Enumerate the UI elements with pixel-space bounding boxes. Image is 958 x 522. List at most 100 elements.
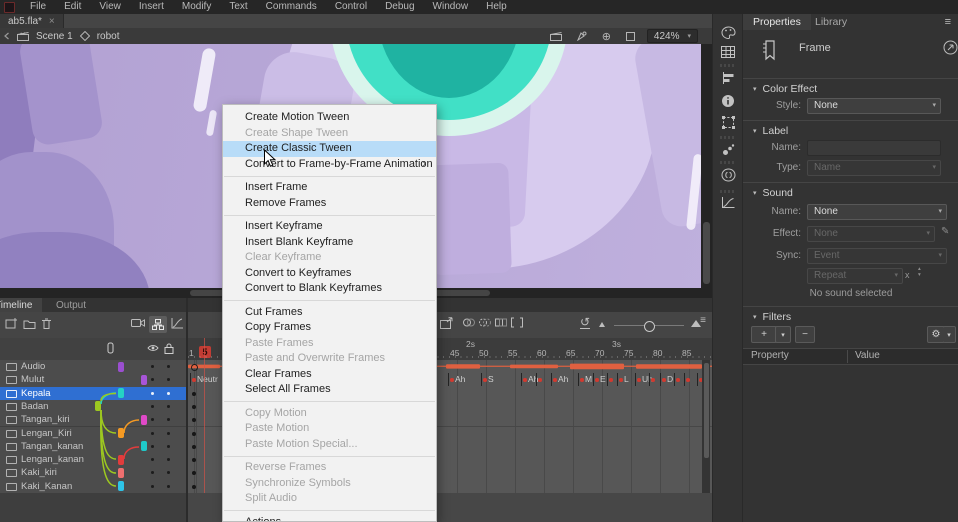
lock-icon[interactable]	[164, 343, 174, 354]
keyframe-marker[interactable]	[686, 378, 690, 382]
menu-item-cut-frames[interactable]: Cut Frames	[223, 305, 436, 321]
menu-item-insert-keyframe[interactable]: Insert Keyframe	[223, 219, 436, 235]
quick-share-icon[interactable]	[943, 40, 958, 55]
sound-name-dropdown[interactable]: None ▾	[807, 204, 947, 220]
keyframe-marker[interactable]	[662, 378, 666, 382]
keyframe-marker[interactable]	[192, 392, 196, 396]
modify-markers-icon[interactable]	[511, 317, 523, 328]
add-filter-menu-button[interactable]: ▾	[775, 326, 791, 343]
lock-dot[interactable]	[167, 418, 170, 421]
menu-item-convert-to-blank-keyframes[interactable]: Convert to Blank Keyframes	[223, 281, 436, 297]
delete-layer-icon[interactable]	[41, 317, 52, 330]
parenting-tag[interactable]	[118, 362, 124, 372]
lock-dot[interactable]	[167, 405, 170, 408]
section-color-effect[interactable]: ▾Color Effect	[753, 83, 817, 95]
keyframe-marker[interactable]	[192, 471, 196, 475]
layer-row-kaki_kanan[interactable]: Kaki_Kanan	[0, 480, 186, 494]
back-icon[interactable]	[3, 32, 11, 40]
visibility-dot[interactable]	[151, 392, 154, 395]
keyframe-marker[interactable]	[192, 485, 196, 489]
onion-outline-icon[interactable]	[479, 317, 491, 328]
lock-dot[interactable]	[167, 365, 170, 368]
breadcrumb-symbol[interactable]: robot	[97, 31, 120, 42]
keyframe-marker[interactable]	[580, 378, 584, 382]
remove-filter-button[interactable]: −	[795, 326, 815, 343]
export-frames-icon[interactable]	[440, 317, 454, 329]
close-icon[interactable]: ×	[49, 16, 55, 27]
sound-edit-icon[interactable]: ✎	[941, 226, 949, 237]
parenting-tag[interactable]	[118, 428, 124, 438]
repeat-stepper[interactable]: ▴ ▾	[918, 266, 921, 278]
graph-editor-icon[interactable]	[171, 317, 184, 329]
menu-item-copy-frames[interactable]: Copy Frames	[223, 320, 436, 336]
lock-dot[interactable]	[167, 485, 170, 488]
center-stage-icon[interactable]: ⊕	[602, 30, 611, 43]
keyframe-marker[interactable]	[651, 378, 655, 382]
parenting-tag[interactable]	[118, 468, 124, 478]
panel-menu-icon[interactable]: ≡	[945, 16, 951, 28]
visibility-dot[interactable]	[151, 485, 154, 488]
align-icon[interactable]	[713, 72, 743, 84]
menu-item-clear-frames[interactable]: Clear Frames	[223, 367, 436, 383]
eye-icon[interactable]	[147, 344, 159, 352]
keyframe-marker[interactable]	[192, 445, 196, 449]
keyframe-marker[interactable]	[553, 378, 557, 382]
scrollbar-thumb[interactable]	[704, 363, 709, 458]
stage-zoom-select[interactable]: 424% ▾	[647, 29, 698, 43]
menu-text[interactable]: Text	[220, 0, 256, 14]
section-filters[interactable]: ▾Filters	[753, 311, 791, 323]
parenting-tag[interactable]	[118, 388, 124, 398]
add-filter-button[interactable]: +	[751, 326, 777, 343]
info-icon[interactable]	[713, 94, 743, 108]
zoom-out-icon[interactable]	[599, 322, 605, 327]
brush-library-icon[interactable]	[713, 143, 743, 156]
parenting-tag[interactable]	[118, 481, 124, 491]
lock-dot[interactable]	[167, 378, 170, 381]
style-dropdown[interactable]: None ▾	[807, 98, 941, 114]
keyframe-marker[interactable]	[676, 378, 680, 382]
keyframe-marker[interactable]	[192, 458, 196, 462]
layer-row-tangan_kanan[interactable]: Tangan_kanan	[0, 440, 186, 454]
keyframe-marker[interactable]	[619, 378, 623, 382]
stage-vertical-scrollbar[interactable]	[701, 44, 712, 288]
menu-file[interactable]: File	[21, 0, 55, 14]
keyframe-marker[interactable]	[450, 378, 454, 382]
breadcrumb-scene[interactable]: Scene 1	[36, 31, 73, 42]
keyframe-marker[interactable]	[483, 378, 487, 382]
new-folder-icon[interactable]	[23, 317, 36, 330]
scrollbar-thumb[interactable]	[703, 222, 710, 284]
timeline-panel-divider[interactable]	[186, 298, 188, 522]
keyframe-marker[interactable]	[637, 378, 641, 382]
visibility-dot[interactable]	[151, 458, 154, 461]
document-tab[interactable]: ab5.fla* ×	[0, 14, 64, 28]
layer-row-kepala[interactable]: Kepala	[0, 387, 186, 401]
menu-item-create-classic-tween[interactable]: Create Classic Tween	[223, 141, 436, 157]
menu-commands[interactable]: Commands	[257, 0, 326, 14]
lock-dot[interactable]	[167, 458, 170, 461]
lock-dot[interactable]	[167, 445, 170, 448]
menu-edit[interactable]: Edit	[55, 0, 90, 14]
section-label[interactable]: ▾Label	[753, 125, 788, 137]
transform-icon[interactable]	[713, 116, 743, 129]
new-layer-icon[interactable]	[5, 317, 18, 330]
layer-parenting-icon[interactable]	[149, 316, 167, 333]
stepper-down-icon[interactable]: ▾	[918, 272, 921, 278]
reset-zoom-icon[interactable]: ↺	[580, 317, 590, 329]
lock-dot[interactable]	[167, 432, 170, 435]
menu-help[interactable]: Help	[477, 0, 516, 14]
section-sound[interactable]: ▾Sound	[753, 187, 793, 199]
menu-item-select-all-frames[interactable]: Select All Frames	[223, 382, 436, 398]
visibility-dot[interactable]	[151, 471, 154, 474]
tab-timeline[interactable]: Timeline	[0, 298, 42, 312]
lock-dot[interactable]	[167, 471, 170, 474]
edit-multiple-frames-icon[interactable]	[495, 317, 507, 328]
menu-view[interactable]: View	[90, 0, 130, 14]
color-icon[interactable]	[713, 26, 743, 39]
filter-options-menu-button[interactable]: ▾	[943, 326, 956, 343]
visibility-dot[interactable]	[151, 365, 154, 368]
menu-modify[interactable]: Modify	[173, 0, 220, 14]
menu-item-convert-to-keyframes[interactable]: Convert to Keyframes	[223, 266, 436, 282]
menu-item-insert-frame[interactable]: Insert Frame	[223, 180, 436, 196]
parenting-tag[interactable]	[95, 401, 101, 411]
visibility-dot[interactable]	[151, 378, 154, 381]
